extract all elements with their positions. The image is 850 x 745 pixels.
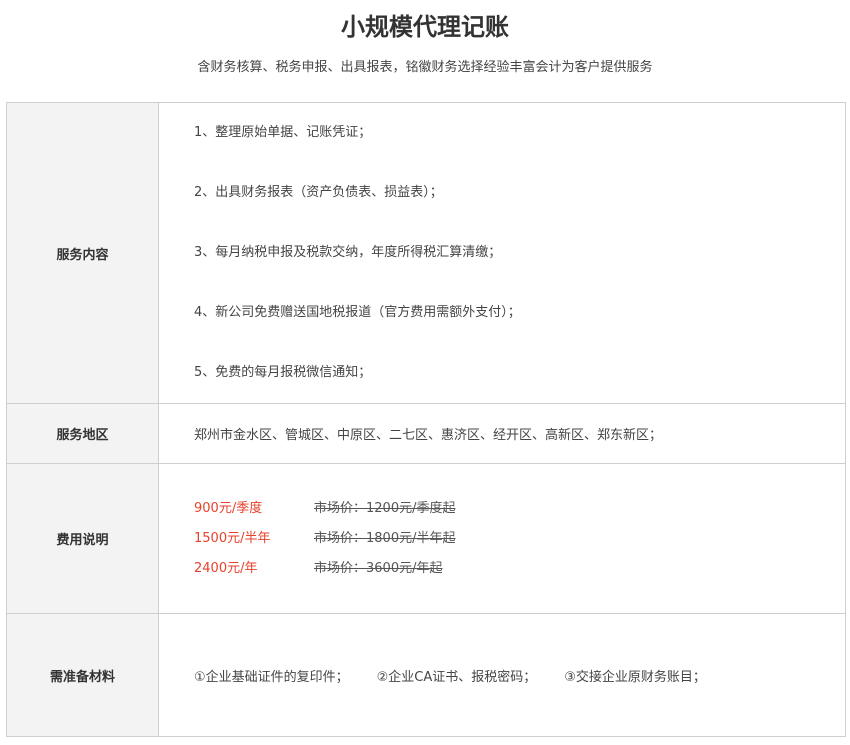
table-row-materials: 需准备材料 ①企业基础证件的复印件； ②企业CA证书、报税密码； ③交接企业原财务账… bbox=[6, 613, 846, 737]
fee-price: 1500元/半年 bbox=[194, 530, 271, 546]
table-row-region: 服务地区 郑州市金水区、管城区、中原区、二七区、惠济区、经开区、高新区、郑东新区… bbox=[6, 403, 846, 464]
fee-item: 2400元/年 市场价：3600元/年起 bbox=[194, 554, 845, 584]
table-row-fees: 费用说明 900元/季度 市场价：1200元/季度起 1500元/半年 市场价：18… bbox=[6, 463, 846, 614]
fees-content: 900元/季度 市场价：1200元/季度起 1500元/半年 市场价：1800元/半… bbox=[158, 463, 846, 614]
region-label: 服务地区 bbox=[6, 403, 159, 464]
service-info-table: 服务内容 1、整理原始单据、记账凭证； 2、出具财务报表（资产负债表、损益表）；… bbox=[6, 102, 846, 737]
fee-market-price: 市场价：1200元/季度起 bbox=[314, 500, 456, 516]
fee-price: 900元/季度 bbox=[194, 500, 263, 516]
fee-list: 900元/季度 市场价：1200元/季度起 1500元/半年 市场价：1800元/半… bbox=[194, 494, 845, 584]
material-item: ③交接企业原财务账目； bbox=[564, 669, 706, 685]
fee-market-price: 市场价：3600元/年起 bbox=[314, 560, 443, 576]
service-item: 4、新公司免费赠送国地税报道（官方费用需额外支付）； bbox=[194, 305, 521, 320]
fee-item: 1500元/半年 市场价：1800元/半年起 bbox=[194, 524, 845, 554]
service-item: 3、每月纳税申报及税款交纳，年度所得税汇算清缴； bbox=[194, 245, 502, 260]
materials-label: 需准备材料 bbox=[6, 613, 159, 737]
table-row-services: 服务内容 1、整理原始单据、记账凭证； 2、出具财务报表（资产负债表、损益表）；… bbox=[6, 102, 846, 404]
material-item: ②企业CA证书、报税密码； bbox=[376, 669, 537, 685]
fee-item: 900元/季度 市场价：1200元/季度起 bbox=[194, 494, 845, 524]
page-subtitle: 含财务核算、税务申报、出具报表，铭徽财务选择经验丰富会计为客户提供服务 bbox=[197, 60, 653, 75]
material-item: ①企业基础证件的复印件； bbox=[194, 669, 349, 685]
region-value: 郑州市金水区、管城区、中原区、二七区、惠济区、经开区、高新区、郑东新区； bbox=[158, 403, 846, 464]
services-content: 1、整理原始单据、记账凭证； 2、出具财务报表（资产负债表、损益表）； 3、每月… bbox=[158, 102, 846, 404]
fee-price: 2400元/年 bbox=[194, 560, 258, 576]
page-title: 小规模代理记账 bbox=[341, 13, 509, 41]
service-item: 2、出具财务报表（资产负债表、损益表）； bbox=[194, 185, 443, 200]
service-item: 5、免费的每月报税微信通知； bbox=[194, 365, 372, 380]
service-item: 1、整理原始单据、记账凭证； bbox=[194, 125, 372, 140]
fee-market-price: 市场价：1800元/半年起 bbox=[314, 530, 456, 546]
materials-content: ①企业基础证件的复印件； ②企业CA证书、报税密码； ③交接企业原财务账目； bbox=[158, 613, 846, 737]
fees-label: 费用说明 bbox=[6, 463, 159, 614]
services-label: 服务内容 bbox=[6, 102, 159, 404]
service-list: 1、整理原始单据、记账凭证； 2、出具财务报表（资产负债表、损益表）； 3、每月… bbox=[194, 103, 845, 403]
